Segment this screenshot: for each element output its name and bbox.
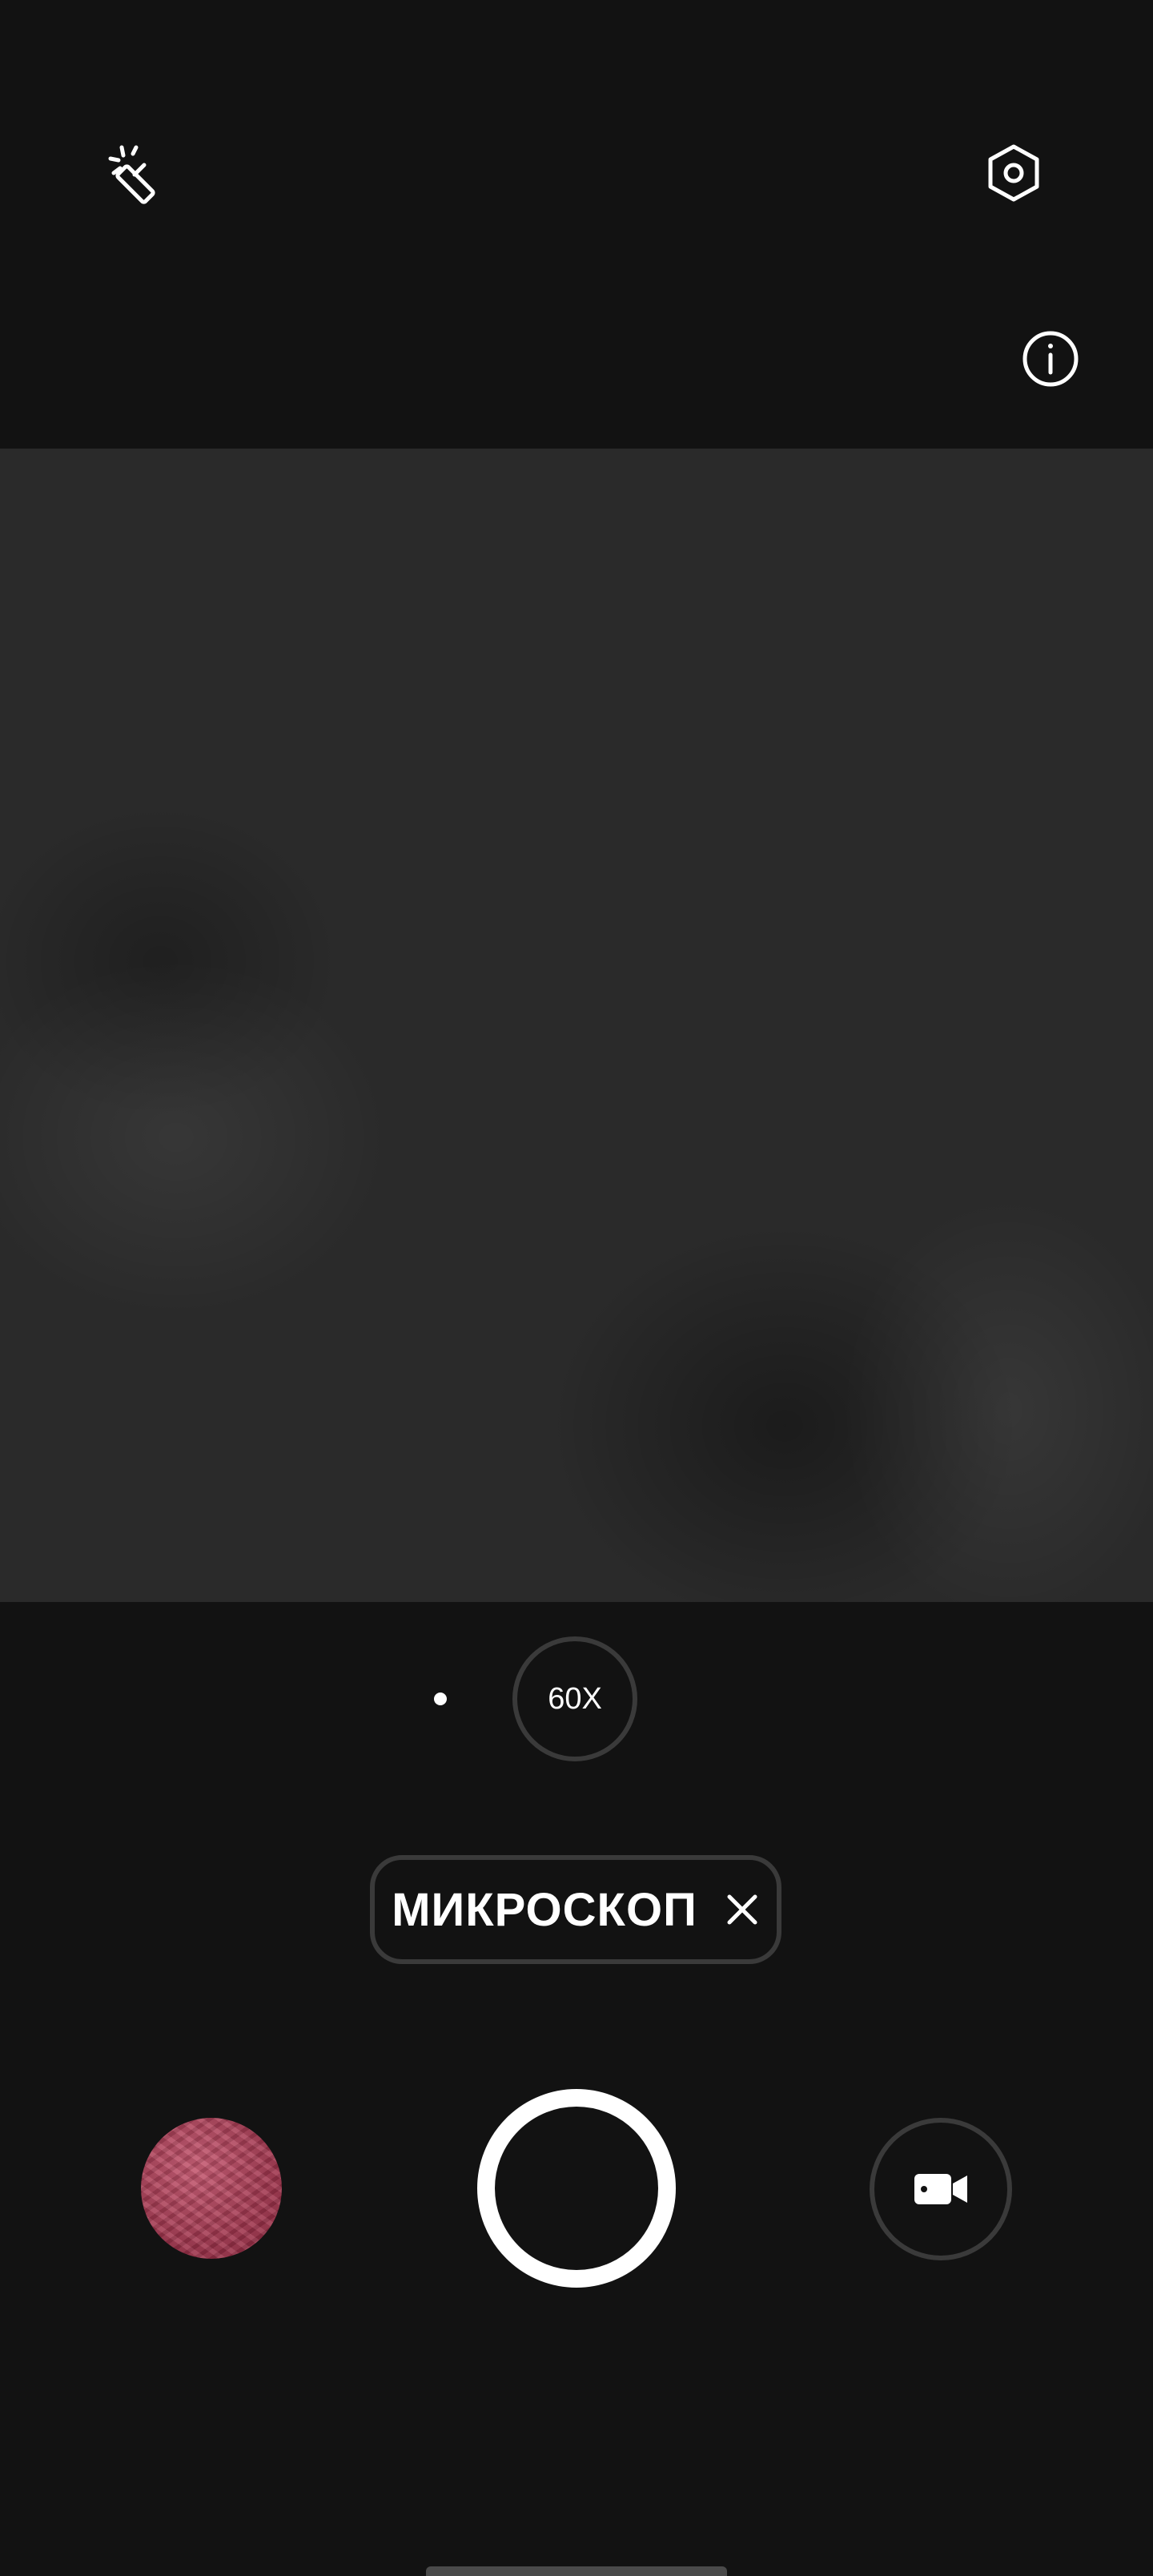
settings-hexagon-icon: [988, 144, 1039, 202]
info-button[interactable]: [1012, 320, 1089, 397]
settings-button[interactable]: [975, 135, 1052, 211]
camera-viewfinder[interactable]: [0, 449, 1153, 1602]
zoom-level-label: 60X: [548, 1681, 602, 1716]
gallery-thumbnail[interactable]: [141, 2118, 282, 2259]
magic-wand-button[interactable]: [99, 135, 176, 211]
zoom-level-button[interactable]: 60X: [512, 1636, 637, 1761]
video-camera-icon: [914, 2174, 967, 2204]
info-icon: [1022, 331, 1079, 387]
magic-wand-icon: [108, 145, 155, 204]
shutter-button[interactable]: [477, 2089, 676, 2288]
mode-label: МИКРОСКОП: [392, 1883, 697, 1936]
video-mode-button[interactable]: [870, 2118, 1012, 2260]
mode-chip[interactable]: МИКРОСКОП: [370, 1855, 781, 1964]
gesture-navigation-bar[interactable]: [426, 2566, 727, 2576]
close-icon[interactable]: [725, 1890, 760, 1929]
zoom-level-dot[interactable]: [434, 1693, 447, 1705]
